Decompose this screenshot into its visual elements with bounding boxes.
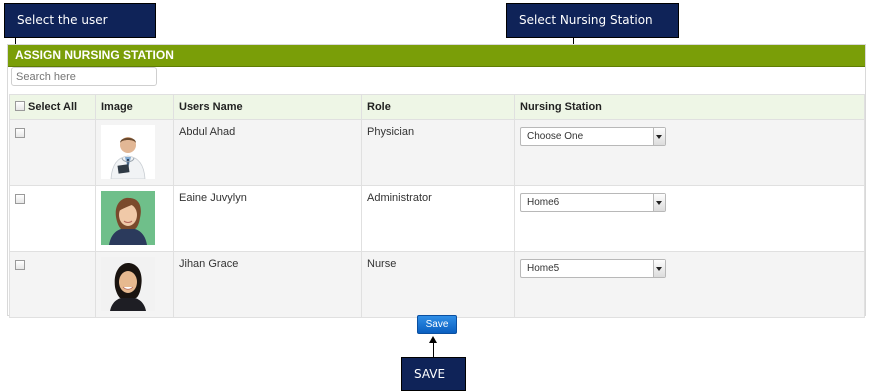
users-table: Select All Image Users Name Role Nursing… (9, 94, 865, 318)
table-header-row: Select All Image Users Name Role Nursing… (9, 94, 865, 120)
table-row: Jihan Grace Nurse Home5 (9, 251, 865, 318)
header-users-name: Users Name (173, 94, 362, 120)
role-cell: Administrator (361, 185, 515, 252)
select-all-checkbox[interactable] (15, 101, 25, 112)
chevron-down-icon[interactable] (653, 194, 665, 211)
selected-station: Choose One (527, 131, 584, 142)
user-photo-doctor (101, 125, 155, 179)
user-name-cell: Abdul Ahad (173, 119, 362, 186)
select-all-label: Select All (28, 101, 78, 113)
header-image: Image (95, 94, 174, 120)
nursing-station-select[interactable]: Home5 (520, 259, 666, 278)
station-cell: Home6 (514, 185, 865, 252)
image-cell (95, 251, 174, 318)
image-cell (95, 185, 174, 252)
table-row: Abdul Ahad Physician Choose One (9, 119, 865, 186)
panel-title: ASSIGN NURSING STATION (8, 45, 865, 67)
nursing-station-select[interactable]: Home6 (520, 193, 666, 212)
callout-save: SAVE (401, 357, 466, 391)
arrow-save (433, 341, 434, 357)
save-button[interactable]: Save (417, 315, 457, 334)
select-cell (9, 251, 96, 318)
selected-station: Home6 (527, 197, 560, 208)
chevron-down-icon[interactable] (653, 260, 665, 277)
user-photo-woman-green (101, 191, 155, 245)
row-checkbox[interactable] (15, 260, 25, 271)
assign-nursing-station-panel: ASSIGN NURSING STATION Select All Image … (7, 44, 866, 318)
nursing-station-select[interactable]: Choose One (520, 127, 666, 146)
callout-select-station: Select Nursing Station (506, 3, 679, 38)
table-row: Eaine Juvylyn Administrator Home6 (9, 185, 865, 252)
station-cell: Choose One (514, 119, 865, 186)
user-photo-woman-white (101, 257, 155, 311)
header-role: Role (361, 94, 515, 120)
user-name-cell: Eaine Juvylyn (173, 185, 362, 252)
row-checkbox[interactable] (15, 194, 25, 205)
image-cell (95, 119, 174, 186)
role-cell: Nurse (361, 251, 515, 318)
selected-station: Home5 (527, 263, 560, 274)
search-input[interactable] (11, 67, 157, 86)
header-nursing-station: Nursing Station (514, 94, 865, 120)
role-cell: Physician (361, 119, 515, 186)
chevron-down-icon[interactable] (653, 128, 665, 145)
row-checkbox[interactable] (15, 128, 25, 139)
callout-select-user: Select the user (4, 3, 156, 38)
select-cell (9, 119, 96, 186)
select-cell (9, 185, 96, 252)
header-select-all[interactable]: Select All (9, 94, 96, 120)
station-cell: Home5 (514, 251, 865, 318)
user-name-cell: Jihan Grace (173, 251, 362, 318)
